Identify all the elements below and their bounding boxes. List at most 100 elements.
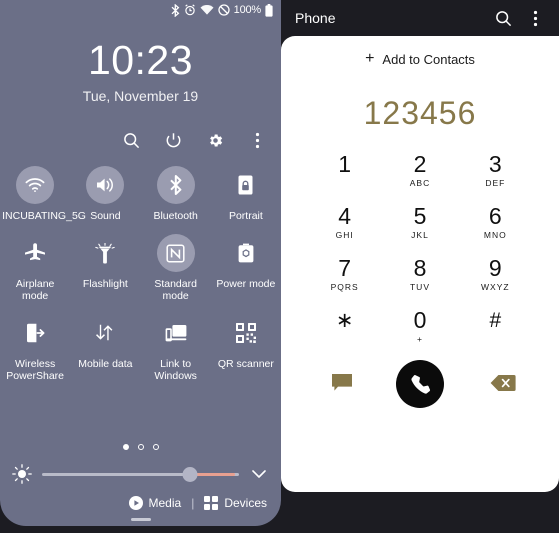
battery-full-icon [265,3,273,17]
devices-label: Devices [224,496,267,510]
overflow-menu-icon[interactable] [523,6,547,30]
power-icon[interactable] [161,128,185,152]
quick-tile-portrait[interactable]: Portrait [211,160,281,222]
quick-tile-mobile-data[interactable]: Mobile data [70,308,140,382]
page-indicator [0,444,281,450]
quick-tile-link-to-windows[interactable]: Link to Windows [141,308,211,382]
quick-settings-panel: 100% 10:23 Tue, November 19 INCUBATING_5… [0,0,281,526]
quick-tile-label: Mobile data [78,358,133,370]
quick-tile-label: Airplane mode [15,278,55,302]
drag-handle[interactable] [130,518,151,521]
brightness-slider[interactable] [42,464,239,484]
clock-date: Tue, November 19 [82,88,199,104]
dialpad-letters: WXYZ [481,282,510,292]
search-icon[interactable] [119,128,143,152]
wifi-icon [16,166,55,204]
quick-tile-wifi[interactable]: INCUBATING_5G [0,160,86,222]
page-dot-2[interactable] [137,444,144,450]
media-button[interactable]: Media [128,496,181,510]
dialpad-digit: 1 [338,151,352,177]
dialpad-digit: 2 [413,151,427,177]
dialpad-letters: MNO [483,230,507,240]
gear-icon[interactable] [203,128,227,152]
brightness-slider-thumb[interactable] [182,466,198,482]
phone-app-title: Phone [295,10,336,26]
quick-tile-sound[interactable]: Sound [70,160,140,222]
dialpad-digit: 7 [338,255,352,281]
dialpad-letters: GHI [335,230,354,240]
dialpad-row: 1 2 ABC 3 DEF [307,144,533,196]
dialpad-key-3[interactable]: 3 DEF [458,144,533,196]
bluetooth-icon [156,166,195,204]
chevron-down-icon[interactable] [249,464,269,484]
search-icon[interactable] [491,6,515,30]
screen: 100% 10:23 Tue, November 19 INCUBATING_5… [0,0,559,533]
quick-tile-label: INCUBATING_5G [2,210,86,222]
phone-app-body: + Add to Contacts 123456 1 2 ABC 3 DEF 4… [281,36,559,492]
quick-tile-label: Link to Windows [154,358,197,382]
dialpad-digit: 9 [488,255,502,281]
quick-settings-toolbar [119,128,269,152]
dialpad-row: 7 PQRS 8 TUV 9 WXYZ [307,248,533,300]
dialed-number-display[interactable]: 123456 [281,82,559,144]
dialpad-digit: 3 [488,151,502,177]
dialpad-digit: # [489,309,502,332]
dialpad-key-1[interactable]: 1 [307,144,382,196]
dialpad-key-4[interactable]: 4 GHI [307,196,382,248]
dialpad-key-6[interactable]: 6 MNO [458,196,533,248]
dialpad-key-7[interactable]: 7 PQRS [307,248,382,300]
overflow-menu-icon[interactable] [245,128,269,152]
play-circle-icon [128,496,143,510]
backspace-icon[interactable] [489,370,517,396]
dialpad-letters: + [417,334,423,344]
wifi-icon [200,4,214,16]
quick-tile-wireless-powershare[interactable]: Wireless PowerShare [0,308,70,382]
quick-tile-qr-scanner[interactable]: QR scanner [211,308,281,382]
do-not-disturb-icon [218,4,230,16]
clock-time: 10:23 [87,37,194,83]
airplane-icon [16,234,54,272]
dialpad-digit: 0 [413,307,427,333]
quick-tile-airplane-mode[interactable]: Airplane mode [0,228,70,302]
battery-percent-label: 100% [233,4,262,16]
mobile-data-icon [86,314,124,352]
brightness-row [12,464,269,484]
dialpad-key-2[interactable]: 2 ABC [382,144,457,196]
devices-grid-icon [204,496,219,510]
brightness-icon [12,464,32,484]
quick-tile-standard-mode[interactable]: Standard mode [141,228,211,302]
dialpad-digit: ∗ [335,309,354,332]
dialpad-key-9[interactable]: 9 WXYZ [458,248,533,300]
dialpad: 1 2 ABC 3 DEF 4 GHI 5 JKL 6 MNO 7 PQRS 8… [281,144,559,352]
quick-tile-flashlight[interactable]: Flashlight [70,228,140,302]
dialpad-row: ∗ 0 + # [307,300,533,352]
footer-separator: | [191,496,195,510]
dialpad-letters: PQRS [330,282,359,292]
call-button[interactable] [396,360,444,408]
quick-tile-label: Flashlight [82,278,128,290]
page-dot-1[interactable] [122,444,129,450]
dialpad-key-star[interactable]: ∗ [307,300,382,352]
dialpad-letters: ABC [409,178,431,188]
dialpad-digit: 4 [338,203,352,229]
dialpad-key-hash[interactable]: # [458,300,533,352]
page-dot-3[interactable] [152,444,159,450]
dialpad-key-8[interactable]: 8 TUV [382,248,457,300]
dialpad-actions [281,352,559,426]
bluetooth-icon [171,3,180,17]
link-to-windows-icon [157,314,195,352]
dialpad-key-5[interactable]: 5 JKL [382,196,457,248]
devices-button[interactable]: Devices [204,496,267,510]
quick-tile-label: Wireless PowerShare [6,358,65,382]
quick-tile-power-mode[interactable]: Power mode [211,228,281,302]
message-icon[interactable] [329,370,355,396]
add-to-contacts-button[interactable]: + Add to Contacts [281,36,559,82]
quick-tile-label: Power mode [216,278,276,290]
dialpad-row: 4 GHI 5 JKL 6 MNO [307,196,533,248]
phone-app-header: Phone [281,0,559,36]
dialpad-digit: 5 [413,203,427,229]
dialpad-key-0[interactable]: 0 + [382,300,457,352]
quick-tile-bluetooth[interactable]: Bluetooth [141,160,211,222]
quick-tile-label: Standard mode [154,278,197,302]
add-to-contacts-label: Add to Contacts [382,51,475,67]
